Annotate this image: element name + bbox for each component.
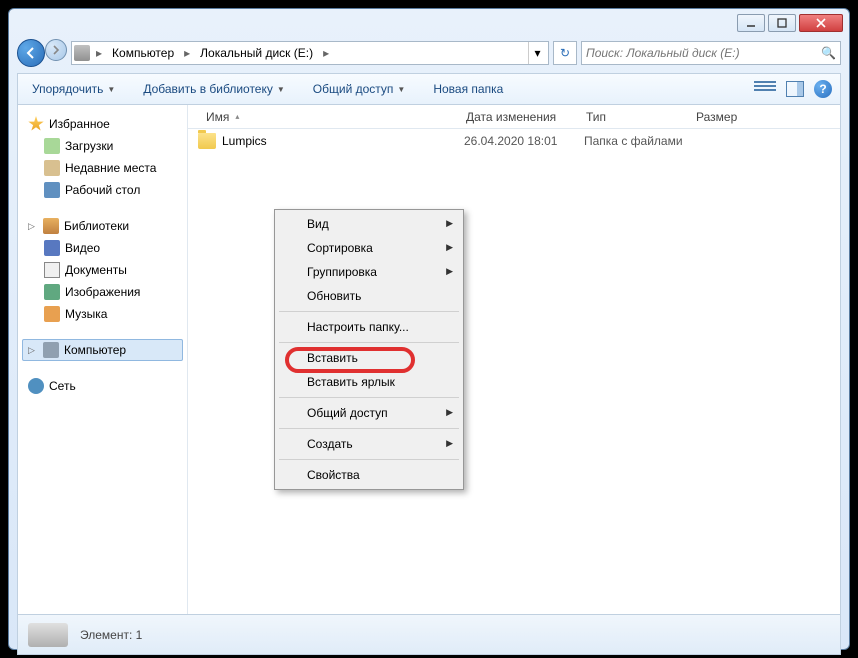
sidebar-network[interactable]: Сеть — [22, 375, 183, 397]
chevron-right-icon[interactable]: ▸ — [94, 46, 104, 60]
ctx-create[interactable]: Создать▶ — [277, 432, 461, 456]
ctx-refresh[interactable]: Обновить — [277, 284, 461, 308]
chevron-right-icon: ▷ — [28, 345, 38, 356]
minimize-button[interactable] — [737, 14, 765, 32]
recent-icon — [44, 160, 60, 176]
nav-row: ▸ Компьютер ▸ Локальный диск (E:) ▸ ▾ ↻ … — [17, 37, 841, 69]
titlebar — [9, 9, 849, 37]
desktop-icon — [44, 182, 60, 198]
chevron-right-icon: ▷ — [28, 221, 38, 232]
computer-icon — [43, 342, 59, 358]
sort-indicator-icon: ▴ — [235, 112, 239, 121]
help-button[interactable]: ? — [814, 80, 832, 98]
new-folder-button[interactable]: Новая папка — [427, 79, 509, 99]
chevron-right-icon[interactable]: ▸ — [321, 46, 331, 60]
sidebar-favorites[interactable]: Избранное — [22, 113, 183, 135]
breadcrumb-drive[interactable]: Локальный диск (E:) — [196, 44, 317, 62]
drive-icon — [28, 623, 68, 647]
file-row[interactable]: Lumpics 26.04.2020 18:01 Папка с файлами — [188, 129, 840, 153]
file-date: 26.04.2020 18:01 — [464, 134, 584, 148]
column-date[interactable]: Дата изменения — [458, 110, 578, 124]
ctx-paste[interactable]: Вставить — [277, 346, 461, 370]
separator — [279, 459, 459, 460]
search-input[interactable] — [586, 46, 821, 60]
separator — [279, 342, 459, 343]
toolbar: Упорядочить▼ Добавить в библиотеку▼ Общи… — [17, 73, 841, 105]
drive-icon — [74, 45, 90, 61]
file-type: Папка с файлами — [584, 134, 704, 148]
sidebar-desktop[interactable]: Рабочий стол — [22, 179, 183, 201]
context-menu: Вид▶ Сортировка▶ Группировка▶ Обновить Н… — [274, 209, 464, 490]
sidebar-video[interactable]: Видео — [22, 237, 183, 259]
submenu-arrow-icon: ▶ — [446, 242, 453, 253]
column-type[interactable]: Тип — [578, 110, 688, 124]
file-name: Lumpics — [222, 134, 464, 148]
music-icon — [44, 306, 60, 322]
address-bar[interactable]: ▸ Компьютер ▸ Локальный диск (E:) ▸ ▾ — [71, 41, 549, 65]
back-button[interactable] — [17, 39, 45, 67]
search-box[interactable]: 🔍 — [581, 41, 841, 65]
forward-button[interactable] — [45, 39, 67, 61]
sidebar: Избранное Загрузки Недавние места Рабочи… — [18, 105, 188, 614]
view-options-button[interactable] — [754, 81, 776, 97]
submenu-arrow-icon: ▶ — [446, 266, 453, 277]
ctx-paste-shortcut[interactable]: Вставить ярлык — [277, 370, 461, 394]
status-item-count: Элемент: 1 — [80, 628, 142, 642]
close-button[interactable] — [799, 14, 843, 32]
ctx-customize[interactable]: Настроить папку... — [277, 315, 461, 339]
ctx-properties[interactable]: Свойства — [277, 463, 461, 487]
ctx-view[interactable]: Вид▶ — [277, 212, 461, 236]
explorer-window: ▸ Компьютер ▸ Локальный диск (E:) ▸ ▾ ↻ … — [8, 8, 850, 650]
add-to-library-button[interactable]: Добавить в библиотеку▼ — [137, 79, 290, 99]
breadcrumb-computer[interactable]: Компьютер — [108, 44, 178, 62]
downloads-icon — [44, 138, 60, 154]
document-icon — [44, 262, 60, 278]
ctx-sort[interactable]: Сортировка▶ — [277, 236, 461, 260]
maximize-button[interactable] — [768, 14, 796, 32]
separator — [279, 311, 459, 312]
search-icon[interactable]: 🔍 — [821, 46, 836, 60]
share-button[interactable]: Общий доступ▼ — [307, 79, 412, 99]
column-size[interactable]: Размер — [688, 110, 758, 124]
separator — [279, 428, 459, 429]
organize-button[interactable]: Упорядочить▼ — [26, 79, 121, 99]
refresh-button[interactable]: ↻ — [553, 41, 577, 65]
separator — [279, 397, 459, 398]
sidebar-downloads[interactable]: Загрузки — [22, 135, 183, 157]
folder-icon — [198, 133, 216, 149]
ctx-sharing[interactable]: Общий доступ▶ — [277, 401, 461, 425]
submenu-arrow-icon: ▶ — [446, 438, 453, 449]
address-dropdown[interactable]: ▾ — [528, 42, 546, 64]
sidebar-images[interactable]: Изображения — [22, 281, 183, 303]
status-bar: Элемент: 1 — [17, 615, 841, 655]
library-icon — [43, 218, 59, 234]
ctx-group[interactable]: Группировка▶ — [277, 260, 461, 284]
video-icon — [44, 240, 60, 256]
submenu-arrow-icon: ▶ — [446, 407, 453, 418]
submenu-arrow-icon: ▶ — [446, 218, 453, 229]
sidebar-music[interactable]: Музыка — [22, 303, 183, 325]
preview-pane-button[interactable] — [786, 81, 804, 97]
column-headers: Имя▴ Дата изменения Тип Размер — [188, 105, 840, 129]
sidebar-libraries[interactable]: ▷Библиотеки — [22, 215, 183, 237]
network-icon — [28, 378, 44, 394]
sidebar-recent[interactable]: Недавние места — [22, 157, 183, 179]
column-name[interactable]: Имя▴ — [198, 110, 458, 124]
image-icon — [44, 284, 60, 300]
sidebar-computer[interactable]: ▷Компьютер — [22, 339, 183, 361]
sidebar-documents[interactable]: Документы — [22, 259, 183, 281]
star-icon — [28, 116, 44, 132]
chevron-right-icon[interactable]: ▸ — [182, 46, 192, 60]
